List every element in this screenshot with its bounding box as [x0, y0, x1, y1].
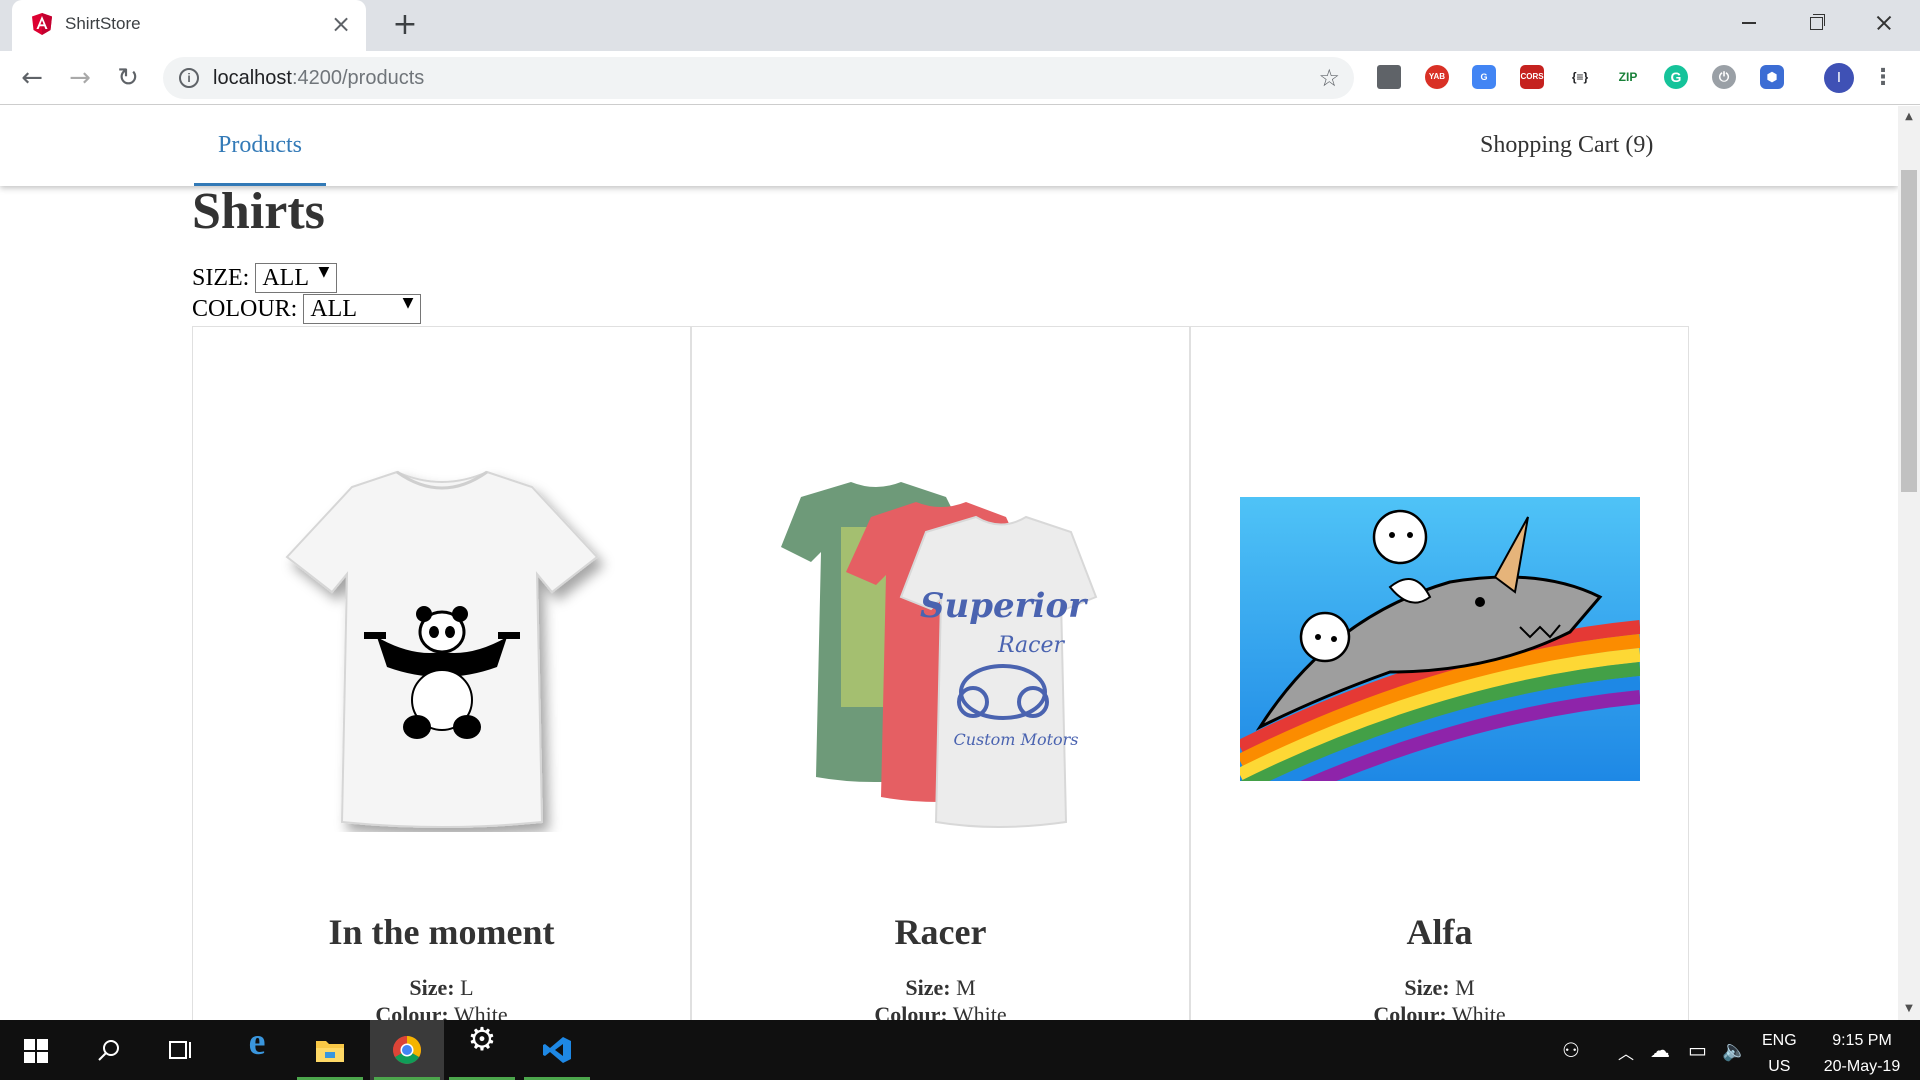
product-colour: Colour: White — [375, 1002, 508, 1020]
close-window-icon[interactable] — [1856, 6, 1912, 40]
folder-icon — [316, 1041, 344, 1062]
page-viewport: Products Shopping Cart (9) Shirts SIZE: … — [0, 106, 1898, 1020]
restore-icon[interactable] — [1788, 6, 1844, 40]
chevron-up-icon[interactable]: ︿ — [1618, 1040, 1634, 1064]
more-menu-icon[interactable]: ⋮ — [1872, 63, 1894, 93]
profile-avatar[interactable]: I — [1824, 63, 1854, 93]
product-name: Alfa — [1406, 912, 1473, 952]
size-filter-label: SIZE: — [192, 264, 250, 291]
product-card[interactable]: Superior Racer Custom Motors Racer Size:… — [691, 326, 1190, 1020]
product-name: Racer — [894, 912, 987, 952]
task-view-icon — [169, 1041, 191, 1059]
power-icon[interactable]: ⏻ — [1712, 65, 1736, 89]
browser-toolbar: ← → ↻ i localhost:4200/products ☆ YAB G … — [0, 51, 1920, 105]
dropdown-arrow-icon: ▼ — [402, 295, 414, 311]
search-icon — [98, 1040, 119, 1061]
scrollbar-thumb[interactable] — [1901, 170, 1917, 492]
windows-logo-icon — [24, 1039, 48, 1063]
colour-select[interactable]: ALL ▼ — [303, 294, 422, 324]
vscode-button[interactable] — [520, 1020, 594, 1080]
extension-icon[interactable] — [1377, 65, 1401, 89]
clock[interactable]: 9:15 PM 20-May-19 — [1812, 1028, 1912, 1080]
volume-icon[interactable]: 🔈 — [1722, 1038, 1747, 1062]
file-explorer-button[interactable] — [293, 1020, 367, 1080]
back-arrow-icon[interactable]: ← — [16, 62, 48, 94]
product-colour: Colour: White — [874, 1002, 1007, 1020]
page-scrollbar[interactable]: ▲ ▼ — [1898, 106, 1920, 1020]
svg-text:Superior: Superior — [919, 586, 1087, 626]
chrome-button[interactable] — [370, 1020, 444, 1080]
translate-extension-icon[interactable]: G — [1472, 65, 1496, 89]
close-tab-icon[interactable]: × — [328, 11, 354, 37]
edge-button[interactable]: e — [220, 1020, 294, 1080]
json-extension-icon[interactable]: {≡} — [1568, 65, 1592, 89]
page-title: Shirts — [192, 183, 325, 240]
shark-unicorn-image — [1239, 497, 1640, 781]
network-extension-icon[interactable]: ⬢ — [1760, 65, 1784, 89]
settings-button[interactable]: ⚙ — [445, 1020, 519, 1080]
forward-arrow-icon[interactable]: → — [64, 62, 96, 94]
product-name: In the moment — [328, 912, 555, 952]
nav-shopping-cart-link[interactable]: Shopping Cart (9) — [1480, 106, 1653, 186]
size-select[interactable]: ALL ▼ — [255, 263, 338, 293]
app-navbar: Products Shopping Cart (9) — [0, 106, 1898, 186]
tab-title: ShirtStore — [65, 14, 141, 33]
edge-icon: e — [248, 1021, 266, 1063]
scroll-down-icon[interactable]: ▼ — [1898, 998, 1920, 1020]
bookmark-star-icon[interactable]: ☆ — [1318, 64, 1340, 92]
colour-filter: COLOUR: ALL ▼ — [192, 294, 422, 324]
racer-shirt-image: Superior Racer Custom Motors — [780, 482, 1097, 828]
gear-icon: ⚙ — [467, 1020, 497, 1058]
search-button[interactable] — [72, 1020, 146, 1080]
dropdown-arrow-icon: ▼ — [318, 264, 330, 280]
product-card[interactable]: Alfa Size: M Colour: White — [1190, 326, 1689, 1020]
colour-filter-label: COLOUR: — [192, 295, 298, 322]
product-size: Size: L — [409, 975, 474, 1000]
angular-icon — [32, 13, 52, 35]
product-card[interactable]: In the moment Size: L Colour: White — [192, 326, 691, 1020]
start-button[interactable] — [0, 1020, 74, 1080]
svg-text:Custom Motors: Custom Motors — [953, 730, 1078, 749]
nav-products-link[interactable]: Products — [194, 106, 326, 186]
battery-icon[interactable]: ▭ — [1688, 1038, 1707, 1062]
new-tab-icon[interactable]: + — [390, 10, 420, 40]
people-icon[interactable]: ⚇ — [1562, 1038, 1580, 1062]
address-bar[interactable]: i localhost:4200/products ☆ — [163, 57, 1354, 99]
windows-taskbar: e ⚙ ⚇ ︿ ☁ ▭ 🔈 ENG US 9:15 PM 20-May-19 — [0, 1020, 1920, 1080]
cors-extension-icon[interactable]: CORS — [1520, 65, 1544, 89]
reload-icon[interactable]: ↻ — [112, 62, 144, 94]
language-indicator[interactable]: ENG US — [1762, 1028, 1797, 1080]
size-filter: SIZE: ALL ▼ — [192, 263, 338, 293]
vscode-icon — [543, 1037, 571, 1063]
svg-text:Racer: Racer — [996, 633, 1065, 658]
product-size: Size: M — [905, 975, 976, 1000]
product-colour: Colour: White — [1373, 1002, 1506, 1020]
minimize-icon[interactable] — [1720, 6, 1776, 40]
info-icon[interactable]: i — [179, 68, 199, 88]
browser-tabstrip: ShirtStore × + — [0, 0, 1920, 51]
panda-shirt-image — [285, 470, 598, 828]
onedrive-icon[interactable]: ☁ — [1650, 1038, 1670, 1062]
yab-extension-icon[interactable]: YAB — [1425, 65, 1449, 89]
url-text[interactable]: localhost:4200/products — [213, 67, 424, 90]
task-view-button[interactable] — [144, 1020, 218, 1080]
zip-extension-icon[interactable]: ZIP — [1616, 65, 1640, 89]
product-grid: In the moment Size: L Colour: White Supe… — [192, 326, 1689, 1020]
browser-tab[interactable]: ShirtStore × — [12, 0, 366, 51]
product-size: Size: M — [1404, 975, 1475, 1000]
scroll-up-icon[interactable]: ▲ — [1898, 106, 1920, 128]
grammarly-icon[interactable]: G — [1664, 65, 1688, 89]
chrome-icon — [393, 1036, 421, 1064]
